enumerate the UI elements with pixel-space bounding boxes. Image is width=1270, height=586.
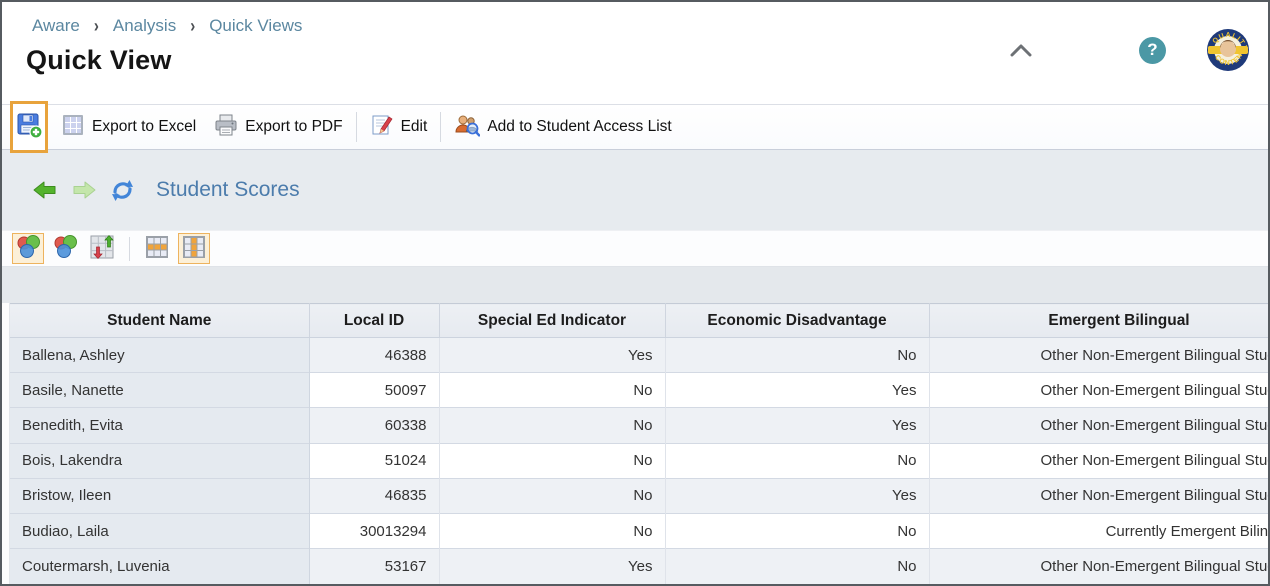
apps-grid-icon[interactable] xyxy=(1074,38,1099,63)
cell-student-name: Bois, Lakendra xyxy=(10,443,309,478)
cell-local-id: 46388 xyxy=(309,338,439,373)
table-row[interactable]: Budiao, Laila30013294NoNoCurrently Emerg… xyxy=(10,514,1268,549)
header-actions: ? QUALITY CONTENT xyxy=(1008,28,1250,72)
cell-local-id: 51024 xyxy=(309,443,439,478)
table-row[interactable]: Bristow, Ileen46835NoYesOther Non-Emerge… xyxy=(10,478,1268,513)
cell-student-name: Budiao, Laila xyxy=(10,514,309,549)
save-button[interactable] xyxy=(10,101,48,153)
breadcrumb-separator-icon: › xyxy=(94,16,99,36)
breadcrumb-item-aware[interactable]: Aware xyxy=(32,16,80,36)
content: Student Scores xyxy=(2,150,1268,584)
breadcrumb-separator-icon: › xyxy=(190,16,195,36)
view-navigation: Student Scores xyxy=(2,150,1268,230)
column-header-student-name[interactable]: Student Name xyxy=(10,304,309,338)
user-avatar[interactable]: QUALITY CONTENT xyxy=(1206,28,1250,72)
add-to-student-access-list-button[interactable]: Add to Student Access List xyxy=(445,105,680,149)
chart-toolbar-separator xyxy=(129,237,130,261)
cell-local-id: 30013294 xyxy=(309,514,439,549)
spacer-strip xyxy=(2,267,1268,303)
column-header-special-ed[interactable]: Special Ed Indicator xyxy=(439,304,665,338)
chart-circles-icon xyxy=(15,234,41,263)
export-excel-button[interactable]: Export to Excel xyxy=(52,105,205,149)
collapse-chevron-icon[interactable] xyxy=(1008,41,1034,59)
column-header-economic-disadvantage[interactable]: Economic Disadvantage xyxy=(665,304,929,338)
page-header: Aware › Analysis › Quick Views Quick Vie… xyxy=(2,2,1268,104)
table-row[interactable]: Ballena, Ashley46388YesNoOther Non-Emerg… xyxy=(10,338,1268,373)
cell-special-ed: Yes xyxy=(439,549,665,584)
cell-local-id: 46835 xyxy=(309,478,439,513)
excel-grid-icon xyxy=(61,113,85,142)
cell-economic-disadvantage: Yes xyxy=(665,373,929,408)
cell-economic-disadvantage: No xyxy=(665,443,929,478)
people-search-icon xyxy=(454,113,480,142)
help-icon[interactable]: ? xyxy=(1139,37,1166,64)
cell-local-id: 50097 xyxy=(309,373,439,408)
chart-circles-icon xyxy=(52,234,78,263)
sort-arrows-icon xyxy=(89,234,115,263)
chart-view-button-selected[interactable] xyxy=(12,233,44,264)
chart-toolbar xyxy=(2,230,1268,267)
export-pdf-label: Export to PDF xyxy=(245,118,342,136)
cell-special-ed: No xyxy=(439,373,665,408)
quick-view-screen: Aware › Analysis › Quick Views Quick Vie… xyxy=(0,0,1270,586)
cell-student-name: Coutermarsh, Luvenia xyxy=(10,549,309,584)
cell-economic-disadvantage: Yes xyxy=(665,478,929,513)
table-left-gutter xyxy=(2,303,10,584)
table-area: Student Name Local ID Special Ed Indicat… xyxy=(2,303,1268,584)
cell-emergent-bilingual: Other Non-Emergent Bilingual Student xyxy=(929,373,1268,408)
forward-arrow-button[interactable] xyxy=(71,179,97,201)
table-header-row: Student Name Local ID Special Ed Indicat… xyxy=(10,304,1268,338)
back-arrow-button[interactable] xyxy=(32,179,58,201)
cell-emergent-bilingual: Other Non-Emergent Bilingual Student xyxy=(929,478,1268,513)
cell-emergent-bilingual: Other Non-Emergent Bilingual Student xyxy=(929,338,1268,373)
table-rows-button[interactable] xyxy=(141,233,173,264)
cell-economic-disadvantage: Yes xyxy=(665,408,929,443)
cell-economic-disadvantage: No xyxy=(665,338,929,373)
cell-emergent-bilingual: Other Non-Emergent Bilingual Student xyxy=(929,408,1268,443)
edit-pencil-icon xyxy=(370,113,394,142)
cell-emergent-bilingual: Other Non-Emergent Bilingual Student xyxy=(929,443,1268,478)
cell-student-name: Benedith, Evita xyxy=(10,408,309,443)
view-title: Student Scores xyxy=(156,178,300,202)
table-row[interactable]: Basile, Nanette50097NoYesOther Non-Emerg… xyxy=(10,373,1268,408)
toolbar-separator xyxy=(356,112,357,142)
cell-student-name: Bristow, Ileen xyxy=(10,478,309,513)
student-scores-table: Student Name Local ID Special Ed Indicat… xyxy=(10,303,1268,584)
column-header-emergent-bilingual[interactable]: Emergent Bilingual xyxy=(929,304,1268,338)
cell-special-ed: No xyxy=(439,478,665,513)
printer-icon xyxy=(214,113,238,142)
cell-student-name: Ballena, Ashley xyxy=(10,338,309,373)
table-rows-icon xyxy=(144,234,170,263)
cell-special-ed: Yes xyxy=(439,338,665,373)
table-columns-button-selected[interactable] xyxy=(178,233,210,264)
table-row[interactable]: Benedith, Evita60338NoYesOther Non-Emerg… xyxy=(10,408,1268,443)
edit-button[interactable]: Edit xyxy=(361,105,437,149)
cell-economic-disadvantage: No xyxy=(665,549,929,584)
table-row[interactable]: Coutermarsh, Luvenia53167YesNoOther Non-… xyxy=(10,549,1268,584)
table-columns-icon xyxy=(181,234,207,263)
refresh-icon[interactable] xyxy=(110,178,135,203)
sort-grid-button[interactable] xyxy=(86,233,118,264)
toolbar-separator xyxy=(440,112,441,142)
chart-circles-button[interactable] xyxy=(49,233,81,264)
table-row[interactable]: Bois, Lakendra51024NoNoOther Non-Emergen… xyxy=(10,443,1268,478)
cell-special-ed: No xyxy=(439,443,665,478)
cell-emergent-bilingual: Other Non-Emergent Bilingual Student xyxy=(929,549,1268,584)
export-excel-label: Export to Excel xyxy=(92,118,196,136)
cell-local-id: 60338 xyxy=(309,408,439,443)
cell-special-ed: No xyxy=(439,514,665,549)
add-access-label: Add to Student Access List xyxy=(487,118,671,136)
edit-label: Edit xyxy=(401,118,428,136)
toolbar: Export to Excel Export to PDF xyxy=(2,104,1268,150)
column-header-local-id[interactable]: Local ID xyxy=(309,304,439,338)
export-pdf-button[interactable]: Export to PDF xyxy=(205,105,351,149)
cell-emergent-bilingual: Currently Emergent Bilingual xyxy=(929,514,1268,549)
cell-special-ed: No xyxy=(439,408,665,443)
breadcrumb-item-quick-views[interactable]: Quick Views xyxy=(209,16,302,36)
cell-economic-disadvantage: No xyxy=(665,514,929,549)
breadcrumb-item-analysis[interactable]: Analysis xyxy=(113,16,176,36)
save-floppy-icon xyxy=(16,112,43,142)
cell-student-name: Basile, Nanette xyxy=(10,373,309,408)
cell-local-id: 53167 xyxy=(309,549,439,584)
